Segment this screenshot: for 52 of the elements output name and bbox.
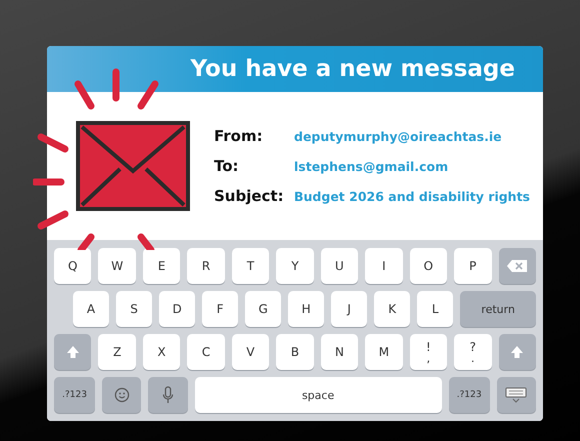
letter-key[interactable]: S — [116, 291, 152, 327]
letter-key[interactable]: J — [331, 291, 368, 327]
punctuation-key[interactable]: ? . — [454, 334, 492, 370]
letter-key[interactable]: H — [288, 291, 324, 327]
letter-key[interactable]: W — [98, 248, 136, 284]
letter-key[interactable]: F — [202, 291, 238, 327]
backspace-icon — [506, 259, 528, 273]
numbers-key[interactable]: .?123 — [448, 377, 490, 413]
letter-key[interactable]: Z — [98, 334, 136, 370]
numbers-key[interactable]: .?123 — [54, 377, 96, 413]
emoji-key[interactable] — [102, 377, 142, 413]
letter-key[interactable]: X — [142, 334, 180, 370]
envelope-icon — [76, 121, 190, 211]
letter-key[interactable]: M — [365, 334, 403, 370]
letter-key[interactable]: U — [320, 248, 358, 284]
microphone-key[interactable] — [148, 377, 188, 413]
letter-key[interactable]: G — [245, 291, 282, 327]
microphone-icon — [162, 386, 174, 404]
space-bar[interactable]: space — [194, 377, 442, 413]
return-key[interactable]: return — [460, 291, 536, 327]
letter-key[interactable]: K — [374, 291, 410, 327]
hide-keyboard-key[interactable] — [496, 377, 536, 413]
backspace-key[interactable] — [498, 248, 536, 284]
keyboard-hide-icon — [505, 387, 528, 403]
letter-key[interactable]: D — [159, 291, 196, 327]
field-value: Budget 2026 and disability rights — [294, 188, 530, 204]
field-label: To: — [214, 157, 240, 175]
letter-key[interactable]: R — [187, 248, 225, 284]
field-value: deputymurphy@oireachtas.ie — [294, 128, 503, 144]
field-value: lstephens@gmail.com — [294, 158, 450, 174]
letter-key[interactable]: C — [187, 334, 225, 370]
letter-key[interactable]: Y — [276, 248, 314, 284]
notification-title: You have a new message — [190, 56, 515, 82]
letter-key[interactable]: L — [417, 291, 454, 327]
punctuation-key[interactable]: ! , — [410, 334, 448, 370]
shift-icon — [66, 345, 80, 359]
letter-key[interactable]: P — [454, 248, 492, 284]
shift-key[interactable] — [498, 334, 536, 370]
letter-key[interactable]: A — [73, 291, 110, 327]
field-label: Subject: — [214, 187, 285, 205]
letter-key[interactable]: E — [142, 248, 180, 284]
letter-key[interactable]: V — [232, 334, 270, 370]
letter-key[interactable]: I — [365, 248, 403, 284]
letter-key[interactable]: T — [232, 248, 270, 284]
letter-key[interactable]: O — [410, 248, 448, 284]
letter-key[interactable]: Q — [54, 248, 92, 284]
shift-icon — [510, 345, 524, 359]
smiley-icon — [114, 387, 130, 403]
field-label: From: — [214, 127, 264, 145]
letter-key[interactable]: B — [276, 334, 314, 370]
letter-key[interactable]: N — [320, 334, 358, 370]
shift-key[interactable] — [54, 334, 92, 370]
